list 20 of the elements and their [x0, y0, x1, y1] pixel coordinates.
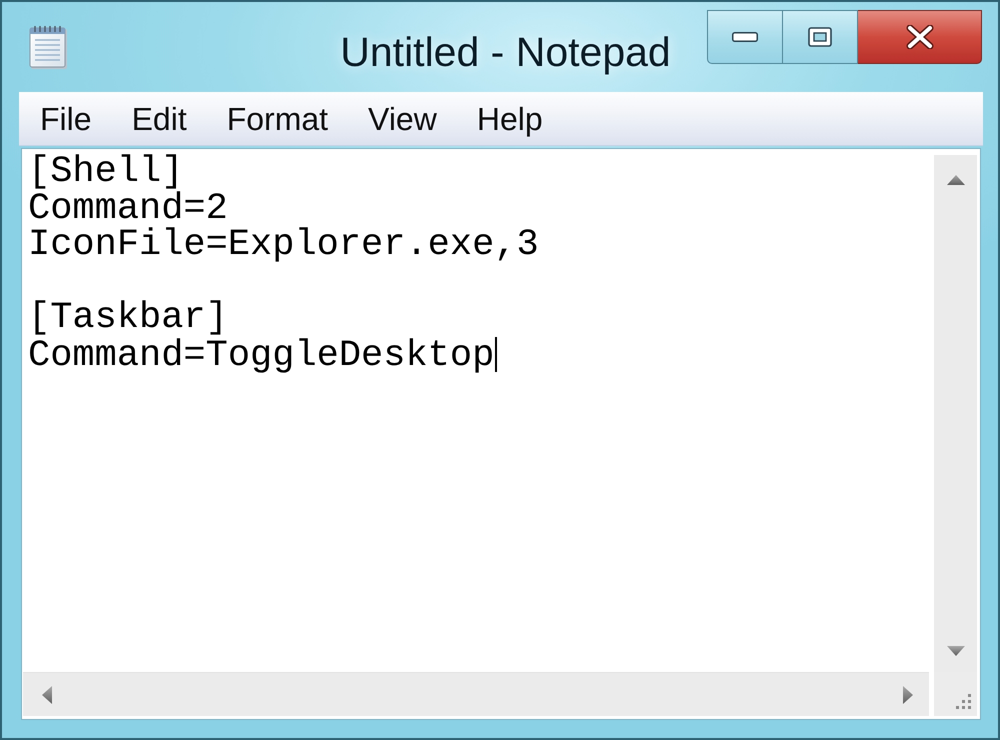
close-icon	[906, 25, 934, 49]
vertical-scrollbar[interactable]	[934, 155, 977, 672]
right-arrow-icon[interactable]	[903, 686, 913, 704]
close-button[interactable]	[858, 10, 982, 64]
size-grip-icon[interactable]	[956, 694, 971, 709]
document-text: [Shell] Command=2 IconFile=Explorer.exe,3 [Taskbar] Command=ToggleDesktop	[28, 151, 539, 376]
left-arrow-icon[interactable]	[42, 686, 52, 704]
down-arrow-icon[interactable]	[946, 646, 964, 656]
menu-item[interactable]: Format	[206, 98, 348, 138]
minimize-icon	[732, 32, 758, 42]
window-title: Untitled - Notepad	[340, 28, 671, 75]
maximize-icon	[808, 27, 832, 47]
horizontal-scrollbar[interactable]	[23, 672, 929, 716]
maximize-button[interactable]	[783, 10, 858, 64]
menu-item[interactable]: Edit	[112, 98, 207, 138]
menu-item[interactable]: Help	[456, 98, 563, 138]
menu-item[interactable]: File	[20, 98, 112, 138]
up-arrow-icon[interactable]	[946, 175, 964, 185]
menu-item[interactable]: View	[348, 98, 457, 138]
minimize-button[interactable]	[707, 10, 783, 64]
